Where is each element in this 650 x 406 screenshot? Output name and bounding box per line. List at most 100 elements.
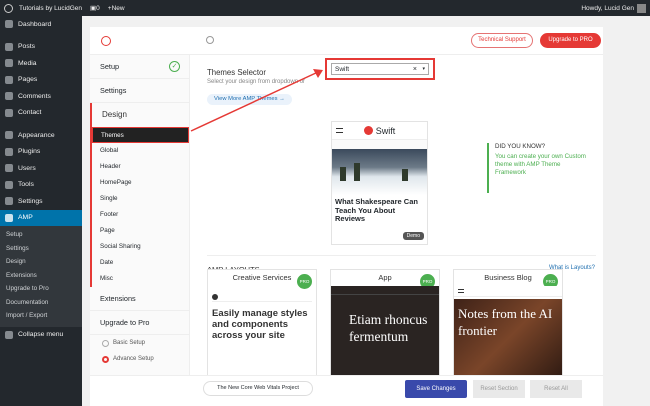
radio-icon [102, 339, 109, 347]
nav-misc[interactable]: Misc [92, 271, 189, 287]
sidebar-item-posts[interactable]: Posts [0, 39, 82, 56]
admin-sidebar: Dashboard Posts Media Pages Comments Con… [0, 16, 82, 406]
tree-shape [354, 163, 360, 181]
layout-card-creative[interactable]: Creative Services PRO Easily manage styl… [207, 269, 317, 380]
preview-header: Swift [332, 122, 427, 140]
mail-icon [5, 108, 13, 117]
reset-all-button[interactable]: Reset All [530, 380, 582, 398]
submenu-extensions[interactable]: Extensions [0, 269, 82, 283]
sidebar-item-tools[interactable]: Tools [0, 177, 82, 194]
core-web-vitals-link[interactable]: The New Core Web Vitals Project [203, 381, 313, 396]
sidebar-label: Pages [18, 76, 38, 84]
theme-preview[interactable]: Swift What Shakespeare Can Teach You Abo… [331, 121, 428, 245]
admin-bar: Tutorials by LucidGen ▣ 0 + New Howdy, L… [0, 0, 650, 16]
basic-setup-radio[interactable]: Basic Setup [90, 335, 189, 351]
sidebar-label: Comments [18, 92, 51, 100]
preview-mini-header [331, 286, 439, 295]
save-changes-button[interactable]: Save Changes [405, 380, 467, 398]
technical-support-button[interactable]: Technical Support [471, 33, 533, 48]
collapse-label: Collapse menu [18, 331, 64, 339]
view-more-themes-button[interactable]: View More AMP Themes → [207, 94, 292, 105]
wordpress-icon[interactable] [4, 3, 13, 13]
sidebar-item-dashboard[interactable]: Dashboard [0, 16, 82, 33]
nav-social-sharing[interactable]: Social Sharing [92, 239, 189, 255]
nav-design[interactable]: Design [90, 103, 189, 127]
nav-setup[interactable]: Setup ✓ [90, 55, 189, 79]
comments-link[interactable]: ▣ 0 [90, 4, 100, 13]
layout-card-headline: Easily manage styles and components acro… [212, 308, 308, 341]
nav-global[interactable]: Global [92, 143, 189, 159]
nav-single[interactable]: Single [92, 191, 189, 207]
preview-title: What Shakespeare Can Teach You About Rev… [335, 197, 418, 223]
layout-card-preview: Etiam rhoncus fermentum [331, 286, 439, 379]
options-footer: The New Core Web Vitals Project Save Cha… [90, 375, 603, 406]
chevron-down-icon[interactable]: ▾ [422, 64, 425, 75]
nav-homepage[interactable]: HomePage [92, 175, 189, 191]
advance-setup-radio[interactable]: Advance Setup [90, 351, 189, 367]
nav-page[interactable]: Page [92, 223, 189, 239]
wrench-icon [5, 180, 13, 189]
demo-button[interactable]: Demo [402, 232, 424, 240]
preview-nav [332, 140, 427, 149]
layout-card-preview: Easily manage styles and components acro… [212, 292, 312, 379]
upgrade-pro-button[interactable]: Upgrade to PRO [540, 33, 601, 48]
submenu-design[interactable]: Design [0, 255, 82, 269]
submenu-settings[interactable]: Settings [0, 242, 82, 256]
submenu-setup[interactable]: Setup [0, 228, 82, 242]
sidebar-item-contact[interactable]: Contact [0, 105, 82, 122]
sidebar-item-media[interactable]: Media [0, 55, 82, 72]
reset-section-button[interactable]: Reset Section [473, 380, 525, 398]
sidebar-item-users[interactable]: Users [0, 160, 82, 177]
nav-setup-label: Setup [100, 62, 120, 71]
layout-card-headline: Etiam rhoncus fermentum [349, 312, 428, 344]
nav-themes[interactable]: Themes [92, 127, 189, 143]
site-name-link[interactable]: Tutorials by LucidGen [19, 5, 82, 12]
sidebar-item-appearance[interactable]: Appearance [0, 127, 82, 144]
sidebar-label: Appearance [18, 131, 55, 139]
sidebar-item-settings[interactable]: Settings [0, 193, 82, 210]
sidebar-item-comments[interactable]: Comments [0, 88, 82, 105]
amp-options-panel: Technical Support Upgrade to PRO Setup ✓ … [90, 27, 603, 406]
nav-settings[interactable]: Settings [90, 79, 189, 103]
sidebar-label: AMP [18, 214, 33, 222]
sidebar-label: Settings [18, 197, 43, 205]
new-label: New [111, 4, 125, 12]
nav-upgrade[interactable]: Upgrade to Pro [90, 311, 189, 335]
did-you-know-box: DID YOU KNOW? You can create your own Cu… [487, 143, 590, 193]
avatar[interactable] [637, 3, 646, 13]
nav-footer[interactable]: Footer [92, 207, 189, 223]
clear-icon[interactable]: × [413, 64, 417, 75]
collapse-menu[interactable]: Collapse menu [0, 327, 82, 344]
media-icon [5, 59, 13, 68]
sidebar-label: Users [18, 164, 36, 172]
nav-header[interactable]: Header [92, 159, 189, 175]
sidebar-item-amp[interactable]: AMP [0, 209, 82, 226]
basic-setup-label: Basic Setup [113, 340, 146, 346]
theme-select-value: Swift [335, 66, 350, 73]
sidebar-item-plugins[interactable]: Plugins [0, 144, 82, 161]
submenu-import-export[interactable]: Import / Export [0, 309, 82, 323]
user-icon [5, 164, 13, 173]
design-subnav: Themes Global Header HomePage Single Foo… [90, 127, 189, 287]
howdy-link[interactable]: Howdy, Lucid Gen [581, 5, 634, 12]
comment-icon [5, 92, 13, 101]
tree-shape [402, 169, 408, 181]
layout-card-preview: Notes from the AI frontier [454, 286, 562, 379]
themes-selector-desc: Select your design from dropdown or [207, 79, 306, 85]
layout-card-business-blog[interactable]: Business Blog PRO Notes from the AI fron… [453, 269, 563, 380]
layout-card-app[interactable]: App PRO Etiam rhoncus fermentum [330, 269, 440, 380]
search-icon[interactable] [206, 36, 214, 44]
new-link[interactable]: + New [108, 5, 125, 12]
submenu-documentation[interactable]: Documentation [0, 296, 82, 310]
nav-date[interactable]: Date [92, 255, 189, 271]
hamburger-icon [458, 289, 464, 293]
custom-theme-link[interactable]: You can create your own Custom theme wit… [495, 153, 590, 176]
submenu-upgrade[interactable]: Upgrade to Pro [0, 282, 82, 296]
dashboard-icon [5, 20, 13, 29]
pin-icon [5, 42, 13, 51]
theme-select[interactable]: Swift × ▾ [331, 63, 429, 75]
nav-extensions[interactable]: Extensions [90, 287, 189, 311]
layout-card-headline: Notes from the AI frontier [458, 306, 553, 338]
preview-mini-header [454, 286, 562, 297]
sidebar-item-pages[interactable]: Pages [0, 72, 82, 89]
